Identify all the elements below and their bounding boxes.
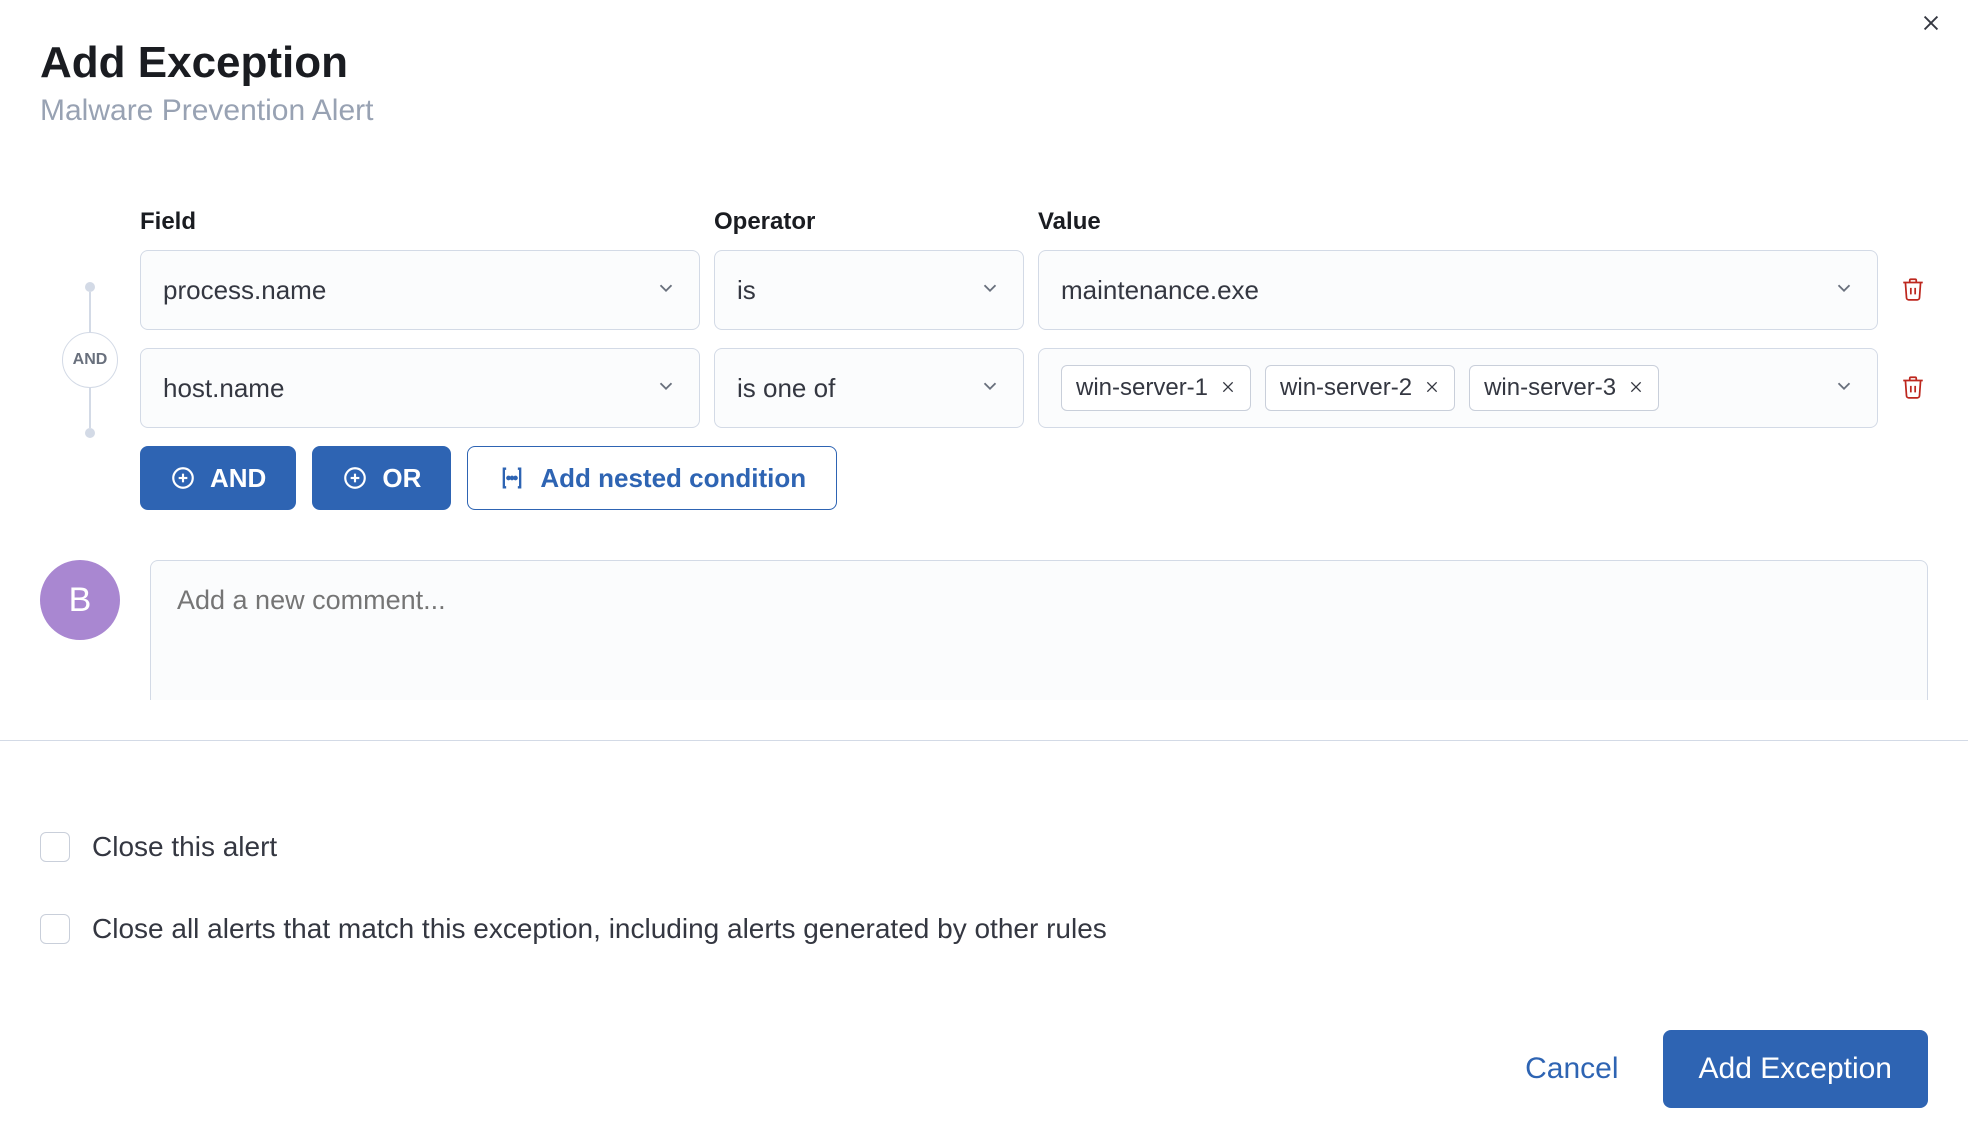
comment-input[interactable] — [150, 560, 1928, 700]
value-tag: win-server-2 — [1265, 365, 1455, 411]
chevron-down-icon — [1833, 373, 1855, 404]
submit-button[interactable]: Add Exception — [1663, 1030, 1928, 1108]
value-tag-label: win-server-1 — [1076, 374, 1208, 402]
add-nested-button[interactable]: Add nested condition — [467, 446, 837, 510]
chevron-down-icon — [979, 373, 1001, 404]
value-tag: win-server-3 — [1469, 365, 1659, 411]
chevron-down-icon — [1833, 275, 1855, 306]
operator-select-value: is one of — [737, 373, 835, 404]
condition-row: host.name is one of win-server-1 — [140, 348, 1928, 428]
value-tag: win-server-1 — [1061, 365, 1251, 411]
chevron-down-icon — [655, 373, 677, 404]
remove-tag-icon[interactable] — [1220, 374, 1236, 402]
add-nested-label: Add nested condition — [540, 463, 806, 494]
value-multiselect[interactable]: win-server-1 win-server-2 win-server-3 — [1038, 348, 1878, 428]
label-value: Value — [1038, 208, 1928, 236]
operator-select-value: is — [737, 275, 756, 306]
cancel-button[interactable]: Cancel — [1525, 1052, 1618, 1086]
add-and-button[interactable]: AND — [140, 446, 296, 510]
remove-tag-icon[interactable] — [1628, 374, 1644, 402]
value-select-value: maintenance.exe — [1061, 275, 1259, 306]
dialog-subtitle: Malware Prevention Alert — [40, 94, 1928, 128]
add-or-button[interactable]: OR — [312, 446, 451, 510]
field-select[interactable]: process.name — [140, 250, 700, 330]
user-avatar: B — [40, 560, 120, 640]
condition-row: process.name is maintenance.exe — [140, 250, 1928, 330]
operator-select[interactable]: is — [714, 250, 1024, 330]
field-select-value: process.name — [163, 275, 326, 306]
add-and-label: AND — [210, 463, 266, 494]
add-or-label: OR — [382, 463, 421, 494]
close-all-alerts-label: Close all alerts that match this excepti… — [92, 913, 1107, 945]
chevron-down-icon — [655, 275, 677, 306]
close-this-alert-label: Close this alert — [92, 831, 277, 863]
field-select-value: host.name — [163, 373, 284, 404]
label-field: Field — [140, 208, 700, 236]
chevron-down-icon — [979, 275, 1001, 306]
delete-row-button[interactable] — [1900, 276, 1928, 304]
operator-select[interactable]: is one of — [714, 348, 1024, 428]
value-tag-label: win-server-2 — [1280, 374, 1412, 402]
close-all-alerts-checkbox[interactable] — [40, 914, 70, 944]
remove-tag-icon[interactable] — [1424, 374, 1440, 402]
and-badge: AND — [62, 332, 118, 388]
delete-row-button[interactable] — [1900, 374, 1928, 402]
close-icon[interactable] — [1920, 12, 1950, 42]
field-select[interactable]: host.name — [140, 348, 700, 428]
label-operator: Operator — [714, 208, 1024, 236]
logic-rail: AND — [40, 208, 140, 438]
dialog-title: Add Exception — [40, 38, 1928, 88]
value-select[interactable]: maintenance.exe — [1038, 250, 1878, 330]
close-this-alert-checkbox[interactable] — [40, 832, 70, 862]
value-tag-label: win-server-3 — [1484, 374, 1616, 402]
